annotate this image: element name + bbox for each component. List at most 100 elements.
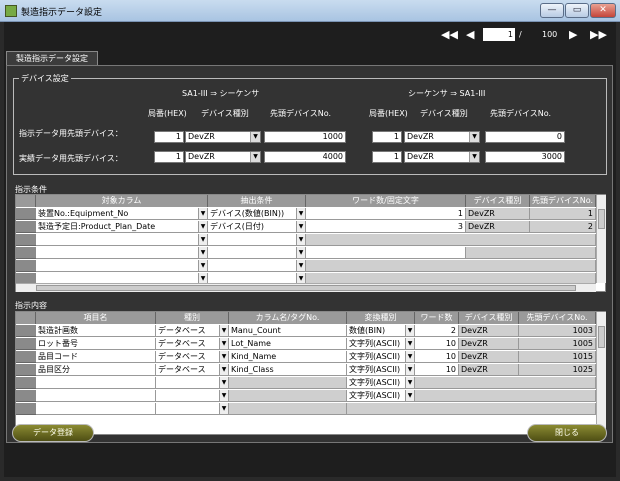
content-label: 指示内容 xyxy=(15,301,47,310)
result-right-start-input[interactable]: 3000 xyxy=(485,151,565,163)
next-page-button[interactable]: ▶ xyxy=(569,27,577,43)
cond-extract-cell[interactable]: デバイス(数値(BIN)) ▼ xyxy=(208,208,306,220)
content-kind-cell[interactable]: ▼ xyxy=(156,390,229,402)
chevron-down-icon: ▼ xyxy=(405,338,414,349)
chevron-down-icon: ▼ xyxy=(405,364,414,375)
page-total: 100 xyxy=(542,30,558,39)
content-conv-cell[interactable]: 文字列(ASCII) ▼ xyxy=(347,390,415,402)
content-word-cell[interactable]: 10 xyxy=(415,351,459,363)
maximize-button[interactable]: ▭ xyxy=(565,3,589,18)
prev-page-button[interactable]: ◀ xyxy=(466,27,474,43)
data-register-button[interactable]: データ登録 xyxy=(12,424,94,442)
table-row[interactable]: 装置No.:Equipment_No ▼ xyxy=(36,208,208,220)
instruction-right-station-input[interactable]: 1 xyxy=(372,131,402,143)
content-colname-cell[interactable]: Kind_Name xyxy=(229,351,347,363)
instruction-left-start-input[interactable]: 1000 xyxy=(264,131,346,143)
first-page-button[interactable]: ◀◀ xyxy=(441,27,458,43)
left-start-header: 先頭デバイスNo. xyxy=(270,109,332,118)
result-right-type-select[interactable]: DevZR ▼ xyxy=(404,151,480,163)
instruction-left-station-input[interactable]: 1 xyxy=(154,131,184,143)
table-row[interactable]: 品目コード xyxy=(36,351,156,363)
cond-start-cell: 2 xyxy=(530,221,596,233)
table-row[interactable]: 品目区分 xyxy=(36,364,156,376)
cond-extract-cell[interactable]: ▼ xyxy=(208,247,306,259)
cond-type-cell: DevZR xyxy=(466,221,530,233)
cond-vertical-scrollbar[interactable] xyxy=(596,195,606,283)
cond-word-cell[interactable] xyxy=(306,247,466,259)
content-kind-cell[interactable]: データベース ▼ xyxy=(156,351,229,363)
chevron-down-icon: ▼ xyxy=(219,377,228,388)
chevron-down-icon: ▼ xyxy=(250,152,260,162)
row-header xyxy=(16,208,36,220)
table-row[interactable] xyxy=(36,377,156,389)
content-word-cell[interactable]: 10 xyxy=(415,338,459,350)
content-conv-cell[interactable]: 文字列(ASCII) ▼ xyxy=(347,377,415,389)
result-right-station-input[interactable]: 1 xyxy=(372,151,402,163)
table-row[interactable]: ▼ xyxy=(36,260,208,272)
row-header xyxy=(16,338,36,350)
content-kind-cell[interactable]: データベース ▼ xyxy=(156,364,229,376)
content-header-name: 項目名 xyxy=(36,312,156,324)
table-row[interactable] xyxy=(36,390,156,402)
instruction-left-type-select[interactable]: DevZR ▼ xyxy=(185,131,261,143)
content-colname-cell[interactable]: Manu_Count xyxy=(229,325,347,337)
chevron-down-icon: ▼ xyxy=(405,351,414,362)
chevron-down-icon: ▼ xyxy=(250,132,260,142)
content-word-cell[interactable]: 10 xyxy=(415,364,459,376)
content-colname-cell[interactable]: Kind_Class xyxy=(229,364,347,376)
chevron-down-icon: ▼ xyxy=(296,260,305,271)
content-conv-cell[interactable]: 文字列(ASCII) ▼ xyxy=(347,364,415,376)
left-direction-label: SA1-III ⇒ シーケンサ xyxy=(182,89,260,98)
instruction-right-type-select[interactable]: DevZR ▼ xyxy=(404,131,480,143)
content-vertical-scrollbar[interactable] xyxy=(596,312,606,434)
chevron-down-icon: ▼ xyxy=(405,325,414,336)
page-number-input[interactable]: 1 xyxy=(483,28,515,41)
table-row[interactable]: ▼ xyxy=(36,234,208,246)
cell-text: 数値(BIN) xyxy=(349,326,386,335)
cond-extract-cell[interactable]: ▼ xyxy=(208,260,306,272)
close-window-button[interactable]: ✕ xyxy=(590,3,616,18)
cell-text: データベース xyxy=(158,352,206,361)
scroll-thumb[interactable] xyxy=(598,326,605,348)
cond-extract-cell[interactable]: デバイス(日付) ▼ xyxy=(208,221,306,233)
content-conv-cell[interactable]: 数値(BIN) ▼ xyxy=(347,325,415,337)
content-conv-cell[interactable]: 文字列(ASCII) ▼ xyxy=(347,338,415,350)
row-header xyxy=(16,377,36,389)
minimize-button[interactable]: — xyxy=(540,3,564,18)
content-header-type: デバイス種別 xyxy=(459,312,519,324)
table-row[interactable]: ロット番号 xyxy=(36,338,156,350)
conditions-grid: 対象カラム 抽出条件 ワード数/固定文字 デバイス種別 先頭デバイスNo. 装置… xyxy=(15,194,606,292)
instruction-right-start-input[interactable]: 0 xyxy=(485,131,565,143)
content-word-cell[interactable]: 2 xyxy=(415,325,459,337)
content-kind-cell[interactable]: データベース ▼ xyxy=(156,325,229,337)
content-conv-cell[interactable]: 文字列(ASCII) ▼ xyxy=(347,351,415,363)
scroll-thumb[interactable] xyxy=(36,285,576,291)
row-header xyxy=(16,247,36,259)
result-left-type-select[interactable]: DevZR ▼ xyxy=(185,151,261,163)
content-kind-cell[interactable]: データベース ▼ xyxy=(156,338,229,350)
close-button[interactable]: 閉じる xyxy=(527,424,607,442)
cond-extract-cell[interactable]: ▼ xyxy=(208,234,306,246)
cond-word-cell[interactable]: 3 xyxy=(306,221,466,233)
content-kind-cell[interactable]: ▼ xyxy=(156,377,229,389)
result-left-start-input[interactable]: 4000 xyxy=(264,151,346,163)
chevron-down-icon: ▼ xyxy=(198,247,207,258)
cond-word-cell[interactable]: 1 xyxy=(306,208,466,220)
cond-start-cell: 1 xyxy=(530,208,596,220)
scroll-thumb[interactable] xyxy=(598,209,605,229)
right-direction-label: シーケンサ ⇒ SA1-III xyxy=(408,89,486,98)
table-row[interactable] xyxy=(36,403,156,415)
tab-manufacturing-data[interactable]: 製造指示データ設定 xyxy=(6,51,98,66)
table-row[interactable]: 製造計画数 xyxy=(36,325,156,337)
content-type-cell: DevZR xyxy=(459,351,519,363)
content-header-colname: カラム名/タグNo. xyxy=(229,312,347,324)
content-colname-cell xyxy=(229,377,347,389)
cond-horizontal-scrollbar[interactable] xyxy=(16,283,596,292)
content-colname-cell[interactable]: Lot_Name xyxy=(229,338,347,350)
result-left-station-input[interactable]: 1 xyxy=(154,151,184,163)
content-kind-cell[interactable]: ▼ xyxy=(156,403,229,415)
last-page-button[interactable]: ▶▶ xyxy=(590,27,607,43)
table-row[interactable]: 製造予定日:Product_Plan_Date ▼ xyxy=(36,221,208,233)
left-type-header: デバイス種別 xyxy=(201,109,249,118)
table-row[interactable]: ▼ xyxy=(36,247,208,259)
